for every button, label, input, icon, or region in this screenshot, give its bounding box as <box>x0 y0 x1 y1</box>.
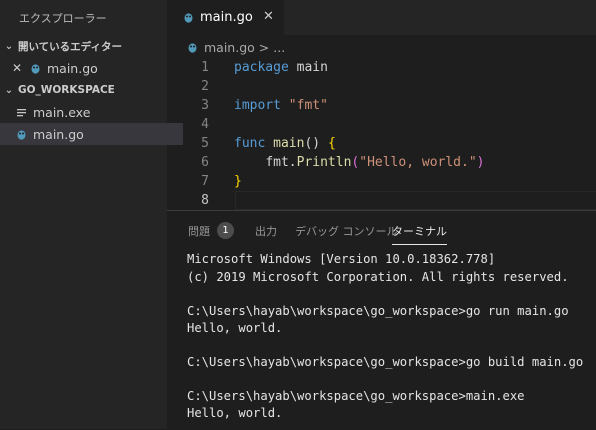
file-item-main-go[interactable]: main.go <box>0 123 183 145</box>
function-name-token: Println <box>296 155 352 170</box>
open-editors-section-header[interactable]: ⌄ 開いているエディター <box>0 35 167 57</box>
code-line: 1 package main <box>167 58 596 77</box>
explorer-sidebar: エクスプローラー ⌄ 開いているエディター ✕ main.go ⌄ GO_WOR… <box>0 0 183 429</box>
terminal-line: Hello, world. <box>187 321 283 335</box>
open-editor-item-main-go[interactable]: ✕ main.go <box>0 57 167 79</box>
function-name-token: main <box>265 136 305 151</box>
go-file-icon <box>188 42 197 53</box>
editor-tab-bar: main.go ✕ <box>167 0 596 35</box>
file-item-main-exe[interactable]: main.exe <box>0 101 183 123</box>
file-label: main.exe <box>33 104 91 120</box>
tab-label: main.go <box>200 10 253 25</box>
line-number: 8 <box>201 193 209 208</box>
line-number: 5 <box>201 136 209 151</box>
code-text: package main <box>234 58 328 77</box>
code-line: 7 } <box>167 172 596 191</box>
chevron-down-icon: ⌄ <box>4 40 14 52</box>
identifier-token: main <box>288 60 328 75</box>
problems-count-badge: 1 <box>217 222 234 239</box>
breadcrumb-separator: > <box>258 39 270 55</box>
string-token: "fmt" <box>280 98 328 113</box>
breadcrumb-more[interactable]: ... <box>273 40 285 55</box>
line-number: 1 <box>201 60 209 75</box>
keyword-token: package <box>234 60 289 75</box>
tab-output[interactable]: 出力 <box>255 223 277 239</box>
string-token: "Hello, world." <box>359 155 477 170</box>
brace-token: { <box>327 136 336 151</box>
paren-token: () <box>304 136 328 151</box>
chevron-down-icon: ⌄ <box>4 84 14 96</box>
line-number: 4 <box>201 117 209 132</box>
go-file-icon <box>31 63 40 74</box>
explorer-title: エクスプローラー <box>19 12 107 25</box>
terminal-line: (c) 2019 Microsoft Corporation. All righ… <box>187 270 569 284</box>
terminal-line: C:\Users\hayab\workspace\go_workspace>ma… <box>187 389 525 403</box>
file-label: main.go <box>33 126 84 142</box>
terminal-line: C:\Users\hayab\workspace\go_workspace>go… <box>187 304 569 318</box>
tab-main-go[interactable]: main.go ✕ <box>167 0 284 35</box>
close-icon[interactable]: ✕ <box>263 9 274 24</box>
keyword-token: import <box>234 98 281 113</box>
code-line: 4 <box>167 115 596 134</box>
paren-token: ) <box>476 155 485 170</box>
line-number: 7 <box>201 174 209 189</box>
line-number: 6 <box>201 155 209 170</box>
code-line: 5 func main() { <box>167 134 596 153</box>
code-text: fmt.Println("Hello, world.") <box>234 153 484 172</box>
current-line-highlight <box>235 191 596 210</box>
identifier-token: fmt. <box>265 155 297 170</box>
keyword-token: func <box>234 136 266 151</box>
indent-token <box>234 155 265 170</box>
code-text: func main() { <box>234 134 336 153</box>
code-line-current: 8 <box>167 191 596 210</box>
breadcrumb-file[interactable]: main.go <box>204 40 255 55</box>
tab-terminal[interactable]: ターミナル <box>392 223 447 245</box>
code-line: 3 import "fmt" <box>167 96 596 115</box>
terminal-line: Hello, world. <box>187 406 283 420</box>
workspace-label: GO_WORKSPACE <box>18 84 115 96</box>
terminal-line: Microsoft Windows [Version 10.0.18362.77… <box>187 252 496 266</box>
brace-token: } <box>234 174 242 189</box>
bottom-panel: 問題 1 出力 デバッグ コンソール ターミナル Microsoft Windo… <box>167 210 596 430</box>
exe-icon <box>17 108 26 116</box>
go-file-icon <box>184 13 193 23</box>
workspace-section-header[interactable]: ⌄ GO_WORKSPACE <box>0 79 167 101</box>
code-line: 6 fmt.Println("Hello, world.") <box>167 153 596 172</box>
close-icon[interactable]: ✕ <box>0 61 22 75</box>
tab-debug-console[interactable]: デバッグ コンソール <box>295 223 398 239</box>
tab-problems[interactable]: 問題 <box>188 223 210 239</box>
line-number: 2 <box>201 79 209 94</box>
code-text: import "fmt" <box>234 96 328 115</box>
open-editor-label: main.go <box>47 60 98 76</box>
terminal-line: C:\Users\hayab\workspace\go_workspace>go… <box>187 355 584 369</box>
go-file-icon <box>17 129 26 140</box>
open-editors-label: 開いているエディター <box>18 40 122 53</box>
line-number: 3 <box>201 98 209 113</box>
breadcrumb: main.go > ... <box>167 36 285 58</box>
code-line: 2 <box>167 77 596 96</box>
code-editor[interactable]: 1 package main 2 3 import "fmt" 4 5 func… <box>167 58 596 210</box>
code-text: } <box>234 172 242 191</box>
